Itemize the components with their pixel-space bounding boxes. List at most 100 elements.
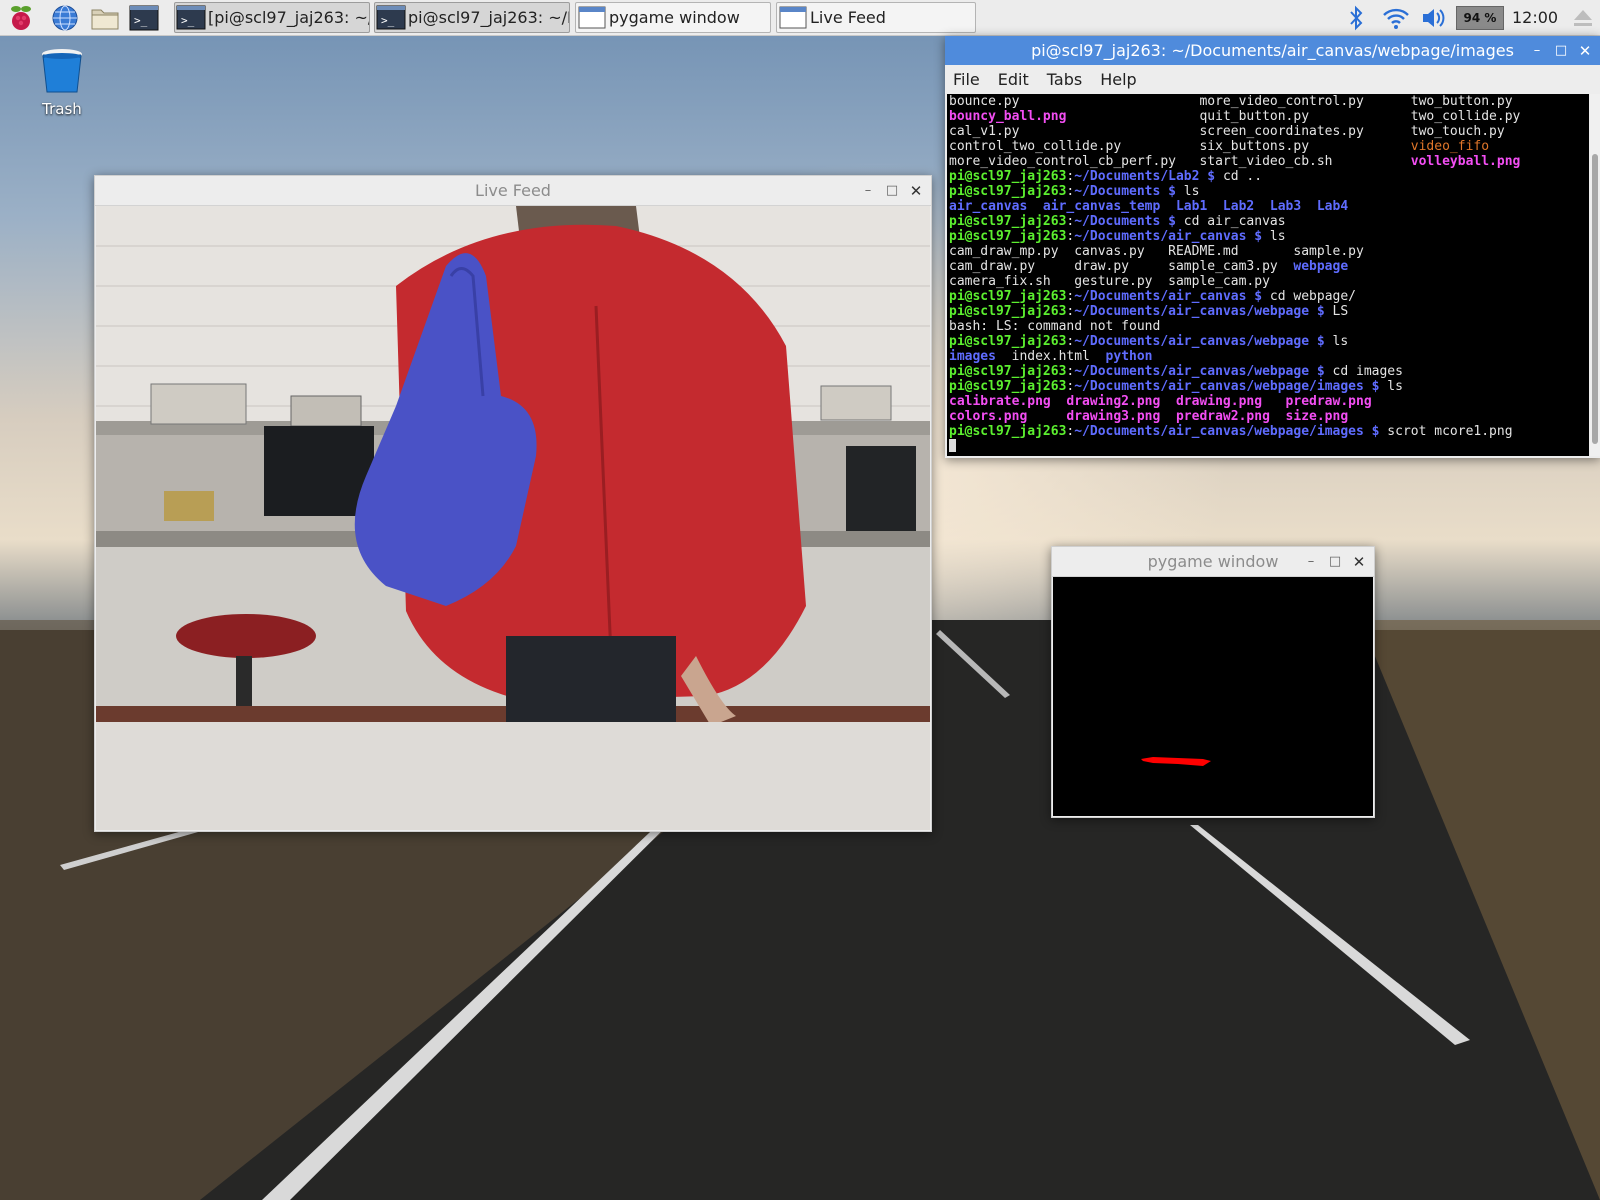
window-title: pygame window — [1147, 552, 1279, 571]
live-feed-window: Live Feed – □ ✕ — [94, 175, 932, 832]
taskbar-task-live-feed[interactable]: Live Feed — [776, 2, 976, 33]
taskbar-task-terminal-2[interactable]: >_ pi@scl97_jaj263: ~/D... — [374, 2, 570, 33]
terminal-line: pi@scl97_jaj263:~/Documents/air_canvas $… — [947, 289, 1589, 304]
terminal-line: pi@scl97_jaj263:~/Documents/air_canvas/w… — [947, 424, 1589, 439]
camera-frame-image — [96, 206, 930, 830]
minimize-button[interactable]: – — [1302, 553, 1320, 571]
trash-icon — [42, 49, 82, 93]
bluetooth-icon[interactable] — [1346, 0, 1366, 36]
terminal-line: bounce.py more_video_control.py two_butt… — [947, 94, 1589, 109]
terminal-icon[interactable]: >_ — [129, 3, 159, 33]
terminal-text: colors.png drawing3.png predraw2.png siz… — [949, 409, 1349, 424]
terminal-text: ~/Documents/air_canvas $ — [1074, 229, 1263, 244]
terminal-text: LS — [1324, 304, 1349, 319]
eject-icon[interactable] — [1572, 0, 1594, 36]
terminal-text: cd .. — [1215, 169, 1263, 184]
terminal-text: python — [1105, 349, 1153, 364]
terminal-text: cal_v1.py screen_coordinates.py two_touc… — [949, 124, 1505, 139]
close-icon: ✕ — [1352, 552, 1366, 571]
terminal-text: ~/Documents/Lab2 $ — [1074, 169, 1216, 184]
terminal-text: ls — [1262, 229, 1286, 244]
terminal-text: ~/Documents/air_canvas $ — [1074, 289, 1263, 304]
terminal-cursor — [949, 439, 956, 452]
maximize-button[interactable]: □ — [1326, 553, 1344, 571]
terminal-text: ~/Documents/air_canvas/webpage $ — [1074, 364, 1325, 379]
terminal-line: pi@scl97_jaj263:~/Documents/air_canvas $… — [947, 229, 1589, 244]
terminal-text: ~/Documents/air_canvas/webpage $ — [1074, 334, 1325, 349]
terminal-text: volleyball.png — [1410, 154, 1521, 169]
minimize-icon: – — [1307, 554, 1315, 569]
maximize-icon: □ — [1328, 554, 1342, 569]
minimize-button[interactable]: – — [1528, 42, 1546, 60]
menu-tabs[interactable]: Tabs — [1047, 70, 1082, 89]
terminal-text: images — [949, 349, 996, 364]
terminal-text: control_two_collide.py six_buttons.py — [949, 139, 1411, 154]
pygame-titlebar[interactable]: pygame window – □ ✕ — [1052, 547, 1374, 577]
window-title: pi@scl97_jaj263: ~/Documents/air_canvas/… — [1031, 41, 1514, 60]
terminal-text: pi@scl97_jaj263 — [949, 379, 1067, 394]
terminal-text: ~/Documents $ — [1074, 184, 1176, 199]
taskbar: >_ >_ [pi@scl97_jaj263: ~/... >_ pi@scl9… — [0, 0, 1600, 36]
svg-text:>_: >_ — [381, 14, 395, 27]
terminal-scrollbar[interactable] — [1590, 94, 1600, 456]
terminal-text: ~/Documents/air_canvas/webpage/images $ — [1074, 424, 1380, 439]
terminal-line: calibrate.png drawing2.png drawing.png p… — [947, 394, 1589, 409]
minimize-icon: – — [1533, 43, 1541, 58]
terminal-line: more_video_control_cb_perf.py start_vide… — [947, 154, 1589, 169]
file-manager-folder-icon[interactable] — [90, 3, 120, 33]
terminal-text: pi@scl97_jaj263 — [949, 289, 1067, 304]
terminal-text: pi@scl97_jaj263 — [949, 229, 1067, 244]
terminal-text: cd webpage/ — [1262, 289, 1356, 304]
close-button[interactable]: ✕ — [1576, 42, 1594, 60]
terminal-text: cam_draw.py draw.py sample_cam3.py — [949, 259, 1294, 274]
desktop-trash[interactable]: Trash — [36, 46, 88, 118]
battery-indicator[interactable]: 94 % — [1456, 6, 1504, 30]
browser-globe-icon[interactable] — [50, 3, 80, 33]
terminal-line: cal_v1.py screen_coordinates.py two_touc… — [947, 124, 1589, 139]
terminal-text: ls — [1379, 379, 1403, 394]
close-button[interactable]: ✕ — [907, 182, 925, 200]
terminal-text: cd images — [1324, 364, 1403, 379]
window-icon — [578, 6, 606, 29]
close-icon: ✕ — [1578, 41, 1592, 60]
minimize-button[interactable]: – — [859, 182, 877, 200]
raspberry-menu-icon[interactable] — [6, 3, 36, 33]
terminal-text: quit_button.py two_collide.py — [1066, 109, 1521, 124]
terminal-text: bouncy_ball.png — [949, 109, 1067, 124]
scrollbar-thumb[interactable] — [1592, 154, 1598, 444]
camera-feed — [96, 206, 930, 830]
wifi-icon[interactable] — [1382, 0, 1410, 36]
taskbar-task-pygame-window[interactable]: pygame window — [575, 2, 771, 33]
terminal-prompt-line — [947, 439, 1589, 454]
battery-percent: 94 % — [1463, 11, 1497, 25]
terminal-line: bouncy_ball.png quit_button.py two_colli… — [947, 109, 1589, 124]
menu-file[interactable]: File — [953, 70, 980, 89]
terminal-menubar: File Edit Tabs Help — [945, 65, 1600, 93]
terminal-output[interactable]: bounce.py more_video_control.py two_butt… — [947, 94, 1589, 456]
volume-icon[interactable] — [1420, 0, 1448, 36]
close-button[interactable]: ✕ — [1350, 553, 1368, 571]
svg-text:>_: >_ — [134, 14, 148, 27]
terminal-text: scrot mcore1.png — [1379, 424, 1513, 439]
terminal-line: pi@scl97_jaj263:~/Documents $ cd air_can… — [947, 214, 1589, 229]
menu-edit[interactable]: Edit — [998, 70, 1029, 89]
terminal-text: air_canvas air_canvas_temp Lab1 Lab2 Lab… — [949, 199, 1349, 214]
menu-help[interactable]: Help — [1100, 70, 1136, 89]
terminal-text: calibrate.png drawing2.png drawing.png p… — [949, 394, 1372, 409]
terminal-text: pi@scl97_jaj263 — [949, 424, 1067, 439]
terminal-line: pi@scl97_jaj263:~/Documents/Lab2 $ cd .. — [947, 169, 1589, 184]
window-title: Live Feed — [475, 181, 551, 200]
maximize-button[interactable]: □ — [883, 182, 901, 200]
terminal-text: cam_draw_mp.py canvas.py README.md sampl… — [949, 244, 1364, 259]
live-feed-titlebar[interactable]: Live Feed – □ ✕ — [95, 176, 931, 206]
drawing-canvas[interactable] — [1053, 577, 1373, 816]
terminal-titlebar[interactable]: pi@scl97_jaj263: ~/Documents/air_canvas/… — [945, 36, 1600, 65]
terminal-text: pi@scl97_jaj263 — [949, 334, 1067, 349]
terminal-text: ~/Documents/air_canvas/webpage/images $ — [1074, 379, 1380, 394]
terminal-text: ~/Documents $ — [1074, 214, 1176, 229]
clock[interactable]: 12:00 — [1512, 0, 1558, 36]
terminal-line: bash: LS: command not found — [947, 319, 1589, 334]
terminal-line: cam_draw.py draw.py sample_cam3.py webpa… — [947, 259, 1589, 274]
maximize-button[interactable]: □ — [1552, 42, 1570, 60]
taskbar-task-terminal-1[interactable]: >_ [pi@scl97_jaj263: ~/... — [174, 2, 370, 33]
